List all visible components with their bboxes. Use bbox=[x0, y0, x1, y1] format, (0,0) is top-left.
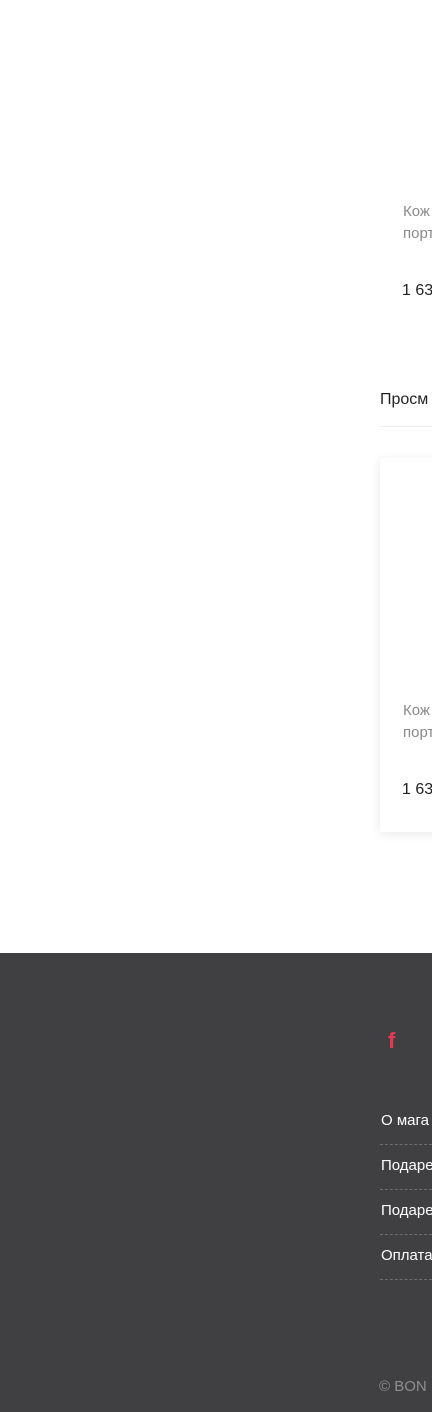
product-price: 1 63 bbox=[402, 282, 432, 299]
footer-divider bbox=[380, 1279, 432, 1280]
footer-link-gifts-1[interactable]: Подаре bbox=[381, 1157, 432, 1174]
copyright-text: © BON bbox=[379, 1378, 427, 1395]
site-footer bbox=[0, 953, 432, 1412]
section-divider bbox=[380, 426, 432, 427]
recent-product-price: 1 63 bbox=[402, 781, 432, 798]
recently-viewed-card[interactable] bbox=[380, 458, 432, 832]
product-name-line2[interactable]: порт bbox=[403, 225, 432, 242]
footer-divider bbox=[380, 1189, 432, 1190]
footer-link-payment[interactable]: Оплата bbox=[381, 1247, 432, 1264]
footer-link-about[interactable]: О мага bbox=[381, 1112, 429, 1129]
recent-product-name-line2[interactable]: порт bbox=[403, 724, 432, 741]
footer-divider bbox=[380, 1234, 432, 1235]
recent-product-name-line1[interactable]: Кож bbox=[403, 702, 430, 719]
footer-divider bbox=[380, 1144, 432, 1145]
footer-link-gifts-2[interactable]: Подаре bbox=[381, 1202, 432, 1219]
recently-viewed-title: Просм bbox=[380, 391, 429, 408]
product-name-line1[interactable]: Кож bbox=[403, 203, 430, 220]
facebook-icon[interactable]: f bbox=[388, 1028, 395, 1054]
product-card-top[interactable] bbox=[380, 0, 432, 330]
